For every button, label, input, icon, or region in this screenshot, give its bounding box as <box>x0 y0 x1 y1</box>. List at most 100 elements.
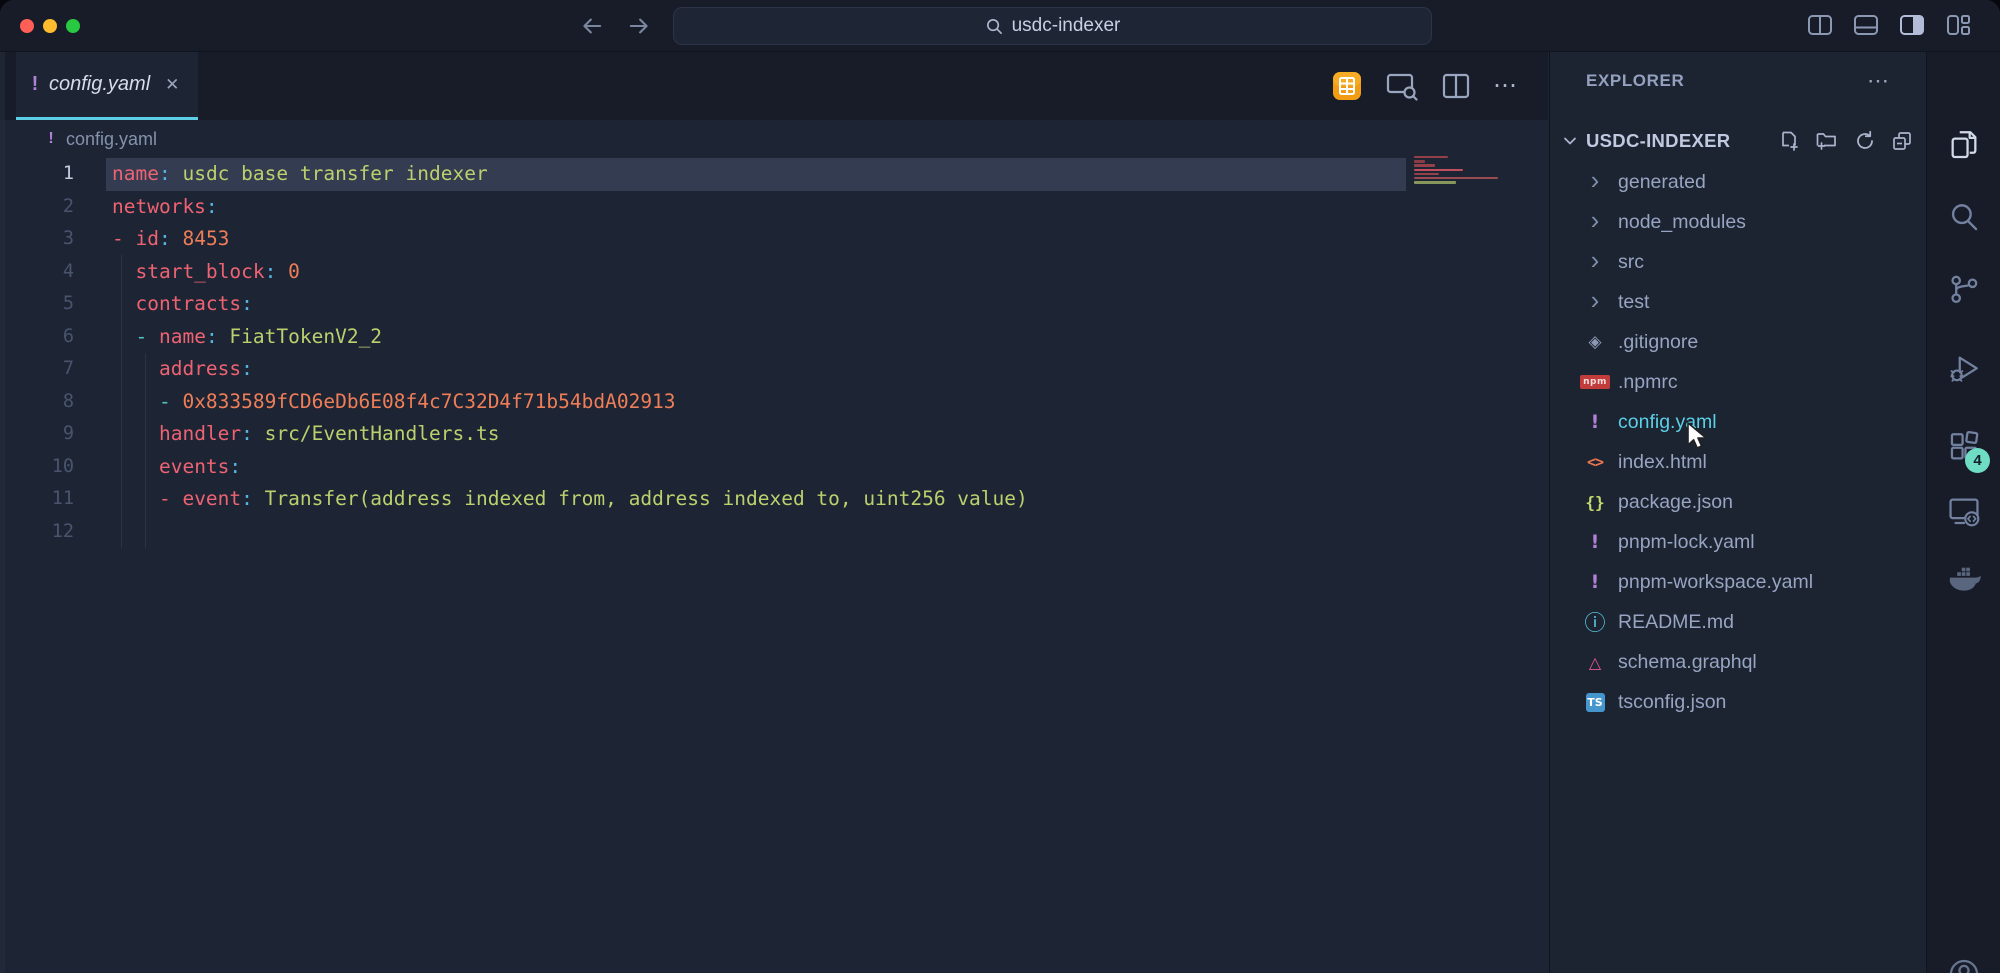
yaml-file-icon: ! <box>46 130 56 148</box>
run-debug-icon[interactable] <box>1947 352 1981 386</box>
tree-item-label: schema.graphql <box>1618 651 1757 674</box>
collapse-folders-icon[interactable] <box>1891 130 1913 152</box>
editor-tab-bar: ! config.yaml ✕ ⋯ <box>0 52 1548 120</box>
code-line-4[interactable]: 4 start_block: 0 <box>0 256 1548 289</box>
tree-item-test[interactable]: ›test <box>1550 282 1925 322</box>
tree-item-gitignore[interactable]: ◈.gitignore <box>1550 322 1925 362</box>
tree-item-label: tsconfig.json <box>1618 691 1726 714</box>
code-line-11[interactable]: 11 - event: Transfer(address indexed fro… <box>0 483 1548 516</box>
tree-item-label: generated <box>1618 171 1706 194</box>
tree-item-generated[interactable]: › generated <box>1550 162 1925 202</box>
tree-item-pnpm-workspace-yaml[interactable]: !pnpm-workspace.yaml <box>1550 562 1925 602</box>
tree-item-label: README.md <box>1618 611 1734 634</box>
code-line-5[interactable]: 5 contracts: <box>0 288 1548 321</box>
indent-guide <box>145 353 146 548</box>
code-line-3[interactable]: 3- id: 8453 <box>0 223 1548 256</box>
vscode-window: usdc-indexer ! confi <box>0 0 2000 973</box>
line-content: - id: 8453 <box>112 223 229 256</box>
tree-item-npmrc[interactable]: npm.npmrc <box>1550 362 1925 402</box>
more-actions-icon[interactable]: ⋯ <box>1493 71 1518 101</box>
code-editor[interactable]: 1name: usdc base transfer indexer2networ… <box>0 158 1548 973</box>
line-content: events: <box>112 451 241 484</box>
command-center-search[interactable]: usdc-indexer <box>673 7 1432 45</box>
open-preview-icon[interactable] <box>1385 71 1419 101</box>
customize-layout-icon[interactable] <box>1944 12 1972 38</box>
zoom-window-button[interactable] <box>66 19 80 33</box>
tab-config-yaml[interactable]: ! config.yaml ✕ <box>16 52 198 117</box>
code-line-7[interactable]: 7 address: <box>0 353 1548 386</box>
tree-item-label: pnpm-lock.yaml <box>1618 531 1755 554</box>
tab-label: config.yaml <box>49 73 150 96</box>
tree-item-schema-graphql[interactable]: △ schema.graphql <box>1550 642 1925 682</box>
npm-file-icon: npm <box>1580 375 1610 389</box>
new-folder-icon[interactable] <box>1815 130 1839 152</box>
line-number: 10 <box>0 451 74 484</box>
window-left-edge <box>0 52 5 973</box>
file-tree: › generated ›node_modules › src ›test◈.gitign… <box>1550 162 1925 722</box>
toggle-panel-icon[interactable] <box>1852 12 1880 38</box>
git-file-icon: ◈ <box>1580 332 1610 352</box>
workspace-section-header[interactable]: USDC-INDEXER <box>1550 120 1925 162</box>
tree-item-package-json[interactable]: {} package.json <box>1550 482 1925 522</box>
explorer-more-actions-icon[interactable]: ⋯ <box>1867 76 1889 86</box>
tree-item-pnpm-lock-yaml[interactable]: ! pnpm-lock.yaml <box>1550 522 1925 562</box>
docker-icon[interactable] <box>1947 562 1981 596</box>
explorer-view-icon[interactable] <box>1947 128 1981 162</box>
chevron-right-icon: › <box>1580 254 1610 270</box>
back-arrow-icon[interactable] <box>578 12 606 40</box>
tree-item-tsconfig-json[interactable]: TStsconfig.json <box>1550 682 1925 722</box>
code-line-6[interactable]: 6 - name: FiatTokenV2_2 <box>0 321 1548 354</box>
minimap-line <box>1414 156 1448 158</box>
line-number: 11 <box>0 483 74 516</box>
graphql-file-icon: △ <box>1580 653 1610 672</box>
code-lines: 1name: usdc base transfer indexer2networ… <box>0 158 1548 548</box>
tree-item-node-modules[interactable]: ›node_modules <box>1550 202 1925 242</box>
source-control-icon[interactable] <box>1947 272 1981 306</box>
tree-item-label: index.html <box>1618 451 1707 474</box>
forward-arrow-icon[interactable] <box>625 12 653 40</box>
split-editor-icon[interactable] <box>1441 71 1471 101</box>
extensions-badge: 4 <box>1965 448 1990 473</box>
line-content: - 0x833589fCD6eDb6E08f4c7C32D4f71b54bdA0… <box>112 386 676 419</box>
tree-item-label: node_modules <box>1618 211 1746 234</box>
minimap[interactable] <box>1412 156 1502 200</box>
refresh-icon[interactable] <box>1854 130 1876 152</box>
indent-guide <box>121 255 122 548</box>
code-line-1[interactable]: 1name: usdc base transfer indexer <box>0 158 1548 191</box>
code-line-9[interactable]: 9 handler: src/EventHandlers.ts <box>0 418 1548 451</box>
remote-explorer-icon[interactable] <box>1947 494 1981 528</box>
tree-item-src[interactable]: › src <box>1550 242 1925 282</box>
chevron-down-icon <box>1560 131 1580 151</box>
tree-item-readme-md[interactable]: ⓘREADME.md <box>1550 602 1925 642</box>
search-view-icon[interactable] <box>1947 200 1981 234</box>
tree-item-label: package.json <box>1618 491 1733 514</box>
tree-item-config-yaml[interactable]: !config.yaml <box>1550 402 1925 442</box>
tree-item-label: src <box>1618 251 1644 274</box>
database-extension-icon[interactable] <box>1331 70 1363 102</box>
minimize-window-button[interactable] <box>43 19 57 33</box>
minimap-line <box>1414 173 1439 175</box>
toggle-primary-sidebar-icon[interactable] <box>1806 12 1834 38</box>
new-file-icon[interactable] <box>1778 130 1800 152</box>
breadcrumb[interactable]: ! config.yaml <box>0 120 1548 158</box>
code-line-12[interactable]: 12 <box>0 516 1548 549</box>
yaml-file-icon: ! <box>30 73 40 96</box>
json-file-icon: {} <box>1580 493 1610 512</box>
line-number: 7 <box>0 353 74 386</box>
code-line-10[interactable]: 10 events: <box>0 451 1548 484</box>
tree-item-index-html[interactable]: <>index.html <box>1550 442 1925 482</box>
yaml-file-icon: ! <box>1580 531 1610 553</box>
toggle-secondary-sidebar-icon[interactable] <box>1898 12 1926 38</box>
code-line-2[interactable]: 2networks: <box>0 191 1548 224</box>
minimap-line <box>1414 177 1498 179</box>
close-window-button[interactable] <box>20 19 34 33</box>
line-number: 12 <box>0 516 74 549</box>
line-content: start_block: 0 <box>112 256 300 289</box>
line-content: address: <box>112 353 253 386</box>
line-content: - event: Transfer(address indexed from, … <box>112 483 1028 516</box>
account-icon[interactable] <box>1947 957 1981 973</box>
explorer-header: EXPLORER ⋯ <box>1550 52 1925 110</box>
code-line-8[interactable]: 8 - 0x833589fCD6eDb6E08f4c7C32D4f71b54bd… <box>0 386 1548 419</box>
chevron-right-icon: › <box>1580 174 1610 190</box>
close-tab-icon[interactable]: ✕ <box>165 75 179 95</box>
